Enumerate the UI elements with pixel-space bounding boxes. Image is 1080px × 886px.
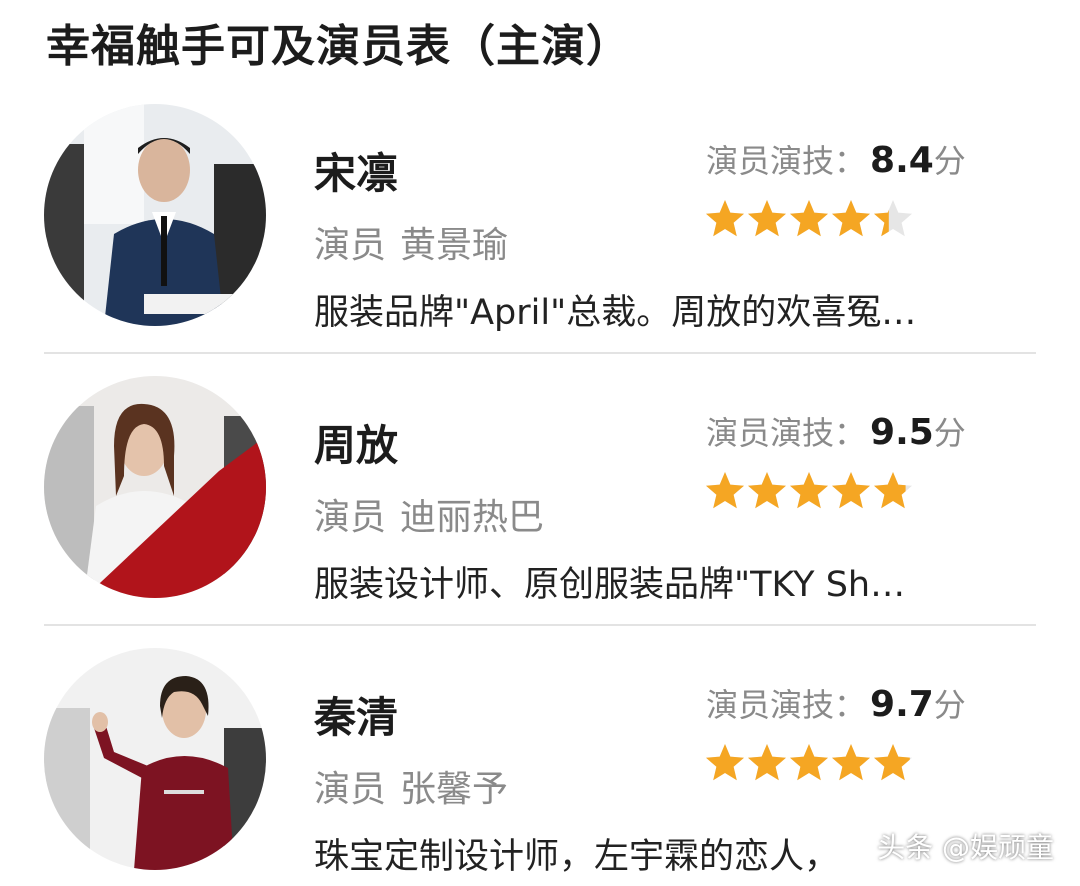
role-description: 珠宝定制设计师，左宇霖的恋人， [314, 837, 840, 877]
rating-label: 演员演技： [706, 414, 867, 452]
star-icon [790, 744, 828, 781]
rating-unit: 分 [933, 142, 966, 180]
acting-rating: 演员演技： 9.7分 [706, 680, 966, 726]
actor-line: 演员 黄景瑜 [314, 216, 508, 268]
rating-label: 演员演技： [706, 686, 867, 724]
star-icon [706, 744, 744, 781]
divider [44, 624, 1036, 626]
role-description: 服装品牌"April"总裁。周放的欢喜冤… [314, 293, 917, 333]
rating-label: 演员演技： [706, 142, 867, 180]
star-icon [874, 200, 912, 237]
role-name: 周放 [314, 421, 399, 470]
star-icon [706, 200, 744, 237]
avatar-photo-2 [44, 376, 266, 598]
role-description: 服装设计师、原创服装品牌"TKY Sh… [314, 565, 906, 605]
acting-rating: 演员演技： 9.5分 [706, 408, 966, 454]
actor-prefix: 演员 [314, 769, 387, 810]
star-icon [832, 744, 870, 781]
actor-line: 演员 迪丽热巴 [314, 488, 544, 540]
actor-name[interactable]: 张馨予 [400, 769, 508, 810]
star-icon [748, 472, 786, 509]
avatar-photo-3 [44, 648, 266, 870]
page-title: 幸福触手可及演员表（主演） [46, 21, 631, 72]
rating-unit: 分 [933, 414, 966, 452]
role-name: 秦清 [314, 693, 399, 742]
star-rating [704, 198, 914, 242]
divider [44, 352, 1036, 354]
acting-rating: 演员演技： 8.4分 [706, 136, 966, 182]
rating-score: 9.7 [870, 684, 934, 725]
star-icon [874, 472, 912, 509]
star-icon [832, 472, 870, 509]
star-icon [790, 200, 828, 237]
star-icon [874, 744, 912, 781]
star-icon [748, 744, 786, 781]
actor-name[interactable]: 迪丽热巴 [400, 497, 544, 538]
avatar-photo-1 [44, 104, 266, 326]
actor-prefix: 演员 [314, 497, 387, 538]
avatar[interactable] [44, 648, 266, 870]
star-icon [832, 200, 870, 237]
star-icon [706, 472, 744, 509]
role-name: 宋凛 [314, 149, 399, 198]
avatar[interactable] [44, 104, 266, 326]
star-icon [790, 472, 828, 509]
cast-item[interactable]: 宋凛 演员 黄景瑜 服装品牌"April"总裁。周放的欢喜冤… 演员演技： 8.4分 [0, 100, 1080, 372]
rating-score: 9.5 [870, 412, 934, 453]
actor-line: 演员 张馨予 [314, 760, 508, 812]
avatar[interactable] [44, 376, 266, 598]
actor-prefix: 演员 [314, 225, 387, 266]
watermark: 头条 @娱顽童 [877, 831, 1054, 864]
actor-name[interactable]: 黄景瑜 [400, 225, 508, 266]
cast-list: 宋凛 演员 黄景瑜 服装品牌"April"总裁。周放的欢喜冤… 演员演技： 8.4分… [0, 100, 1080, 886]
cast-item[interactable]: 周放 演员 迪丽热巴 服装设计师、原创服装品牌"TKY Sh… 演员演技： 9.5分 [0, 372, 1080, 644]
rating-score: 8.4 [870, 140, 934, 181]
rating-unit: 分 [933, 686, 966, 724]
star-rating [704, 470, 914, 514]
star-icon [748, 200, 786, 237]
star-rating [704, 742, 914, 786]
